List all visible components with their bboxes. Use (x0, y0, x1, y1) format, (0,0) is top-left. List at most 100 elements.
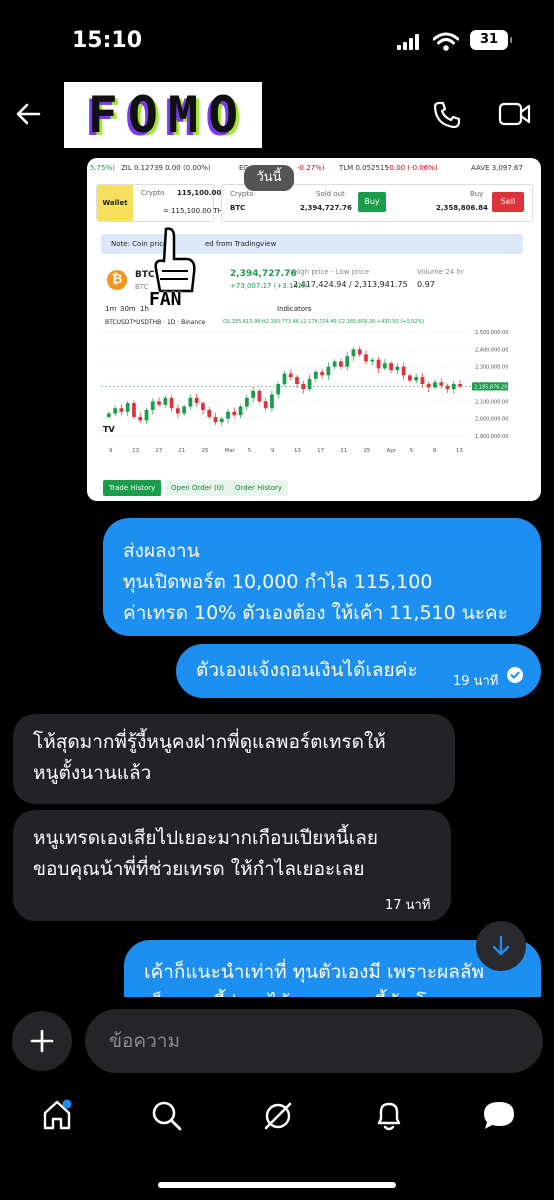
candle-body (138, 416, 143, 421)
y-tick-label: 2,400,000.00 (475, 347, 508, 353)
candle-body (175, 408, 180, 414)
message-timestamp: 19 นาที (453, 674, 499, 689)
tab-order-history[interactable]: Order History (229, 480, 289, 496)
video-call-icon[interactable] (498, 101, 532, 127)
sticker-text: FAN (149, 289, 182, 310)
battery-indicator: 31 (470, 30, 512, 50)
candle-body (219, 418, 224, 423)
candle-body (119, 408, 124, 412)
candle-body (458, 384, 462, 387)
add-attachment-button[interactable] (12, 1011, 72, 1071)
sell-button[interactable]: Sell (492, 192, 524, 212)
message-line: หนูเทรดเองเสียไปเยอะมากเกือบเปียหนี้เลย (33, 827, 378, 849)
message-input[interactable]: ข้อความ (85, 1009, 543, 1073)
tab-trade-history[interactable]: Trade History (103, 480, 162, 496)
messages-chat-icon[interactable] (482, 1100, 516, 1132)
message-line: ขอบคุณน้าพี่ที่ช่วยเทรด ให้กำไลเยอะเลย (33, 858, 365, 880)
x-tick-label: 25 (363, 448, 370, 454)
notifications-bell-icon[interactable] (373, 1099, 405, 1133)
home-icon[interactable] (40, 1098, 74, 1132)
grok-icon[interactable] (262, 1100, 294, 1132)
candle-body (382, 363, 387, 369)
x-tick-label: Mar (225, 448, 236, 454)
candle-body (107, 413, 111, 417)
y-tick-label: 1,900,000.00 (475, 434, 508, 440)
message-line: โห้สุดมากพี่รู้งี้หนูคงฝากพี่ดูแลพอร์ตเท… (33, 731, 386, 753)
y-tick-label: 2,500,000.00 (475, 330, 508, 336)
x-tick-label: 5 (410, 448, 414, 454)
x-tick-label: 17 (155, 448, 162, 454)
scroll-to-bottom-button[interactable] (476, 921, 526, 971)
candle-body (188, 397, 193, 407)
ticker-item: ZIL 0.12739 0.00 (0.00%) (121, 164, 211, 172)
candle-body (414, 377, 419, 381)
high-low-value: 2,417,424.94 / 2,313,941.75 (293, 280, 408, 289)
conversation-avatar-logo[interactable]: F O M O (64, 82, 262, 148)
tradingview-logo: TV (103, 425, 115, 434)
candle-body (194, 397, 199, 404)
volume-label: Volume 24 hr (417, 268, 464, 276)
logo-letter: F (87, 86, 118, 144)
candle-body (163, 397, 168, 405)
bitcoin-logo-icon: ₿ (107, 270, 127, 290)
phone-call-icon[interactable] (432, 100, 462, 130)
ticker-item: 5.75%) (90, 164, 115, 172)
candle-body (238, 406, 243, 416)
candle-body (144, 410, 149, 421)
message-bubble-incoming[interactable]: หนูเทรดเองเสียไปเยอะมากเกือบเปียหนี้เลย … (13, 810, 451, 921)
date-badge: วันนี้ (244, 165, 294, 191)
wallet-thb-amount: = 115,100.00 THB (163, 207, 228, 215)
back-arrow-icon[interactable] (14, 100, 42, 128)
candle-body (282, 373, 287, 384)
timeframe-30m[interactable]: 30m (120, 305, 136, 313)
candle-body (326, 366, 331, 376)
status-time: 15:10 (72, 28, 143, 53)
candle-body (395, 366, 400, 371)
timeframe-1m[interactable]: 1m (105, 305, 116, 313)
symbol-line: BTCUSDT*USDTHB · 1D · Binance (105, 319, 206, 326)
sold-out-label: Sold out (316, 190, 345, 198)
message-line: เห็นตอนนี้ว่าจะได้มากขนาดนี้ค้า โดยบอกแบ… (144, 988, 541, 997)
y-tick-label: 2,000,000.00 (475, 417, 508, 423)
plus-icon (30, 1029, 54, 1053)
candle-body (182, 406, 187, 414)
candle-body (351, 349, 356, 357)
candle-body (169, 397, 174, 409)
tab-open-order[interactable]: Open Order (0) (165, 480, 230, 496)
candlestick-chart[interactable]: 2,500,000.002,400,000.002,300,000.002,20… (101, 326, 531, 460)
shared-trading-screenshot[interactable]: 5.75%) ZIL 0.12739 0.00 (0.00%) EG -0.27… (87, 158, 541, 501)
candle-body (263, 401, 268, 409)
candle-body (113, 408, 118, 414)
candle-body (257, 390, 262, 402)
logo-letter: M (168, 86, 199, 144)
wallet-crypto-amount: 115,100.00 (177, 189, 222, 197)
candle-body (207, 410, 212, 417)
candle-body (288, 373, 293, 378)
high-low-label: High price - Low price (293, 268, 370, 276)
message-line: ทุนเปิดพอร์ต 10,000 กำไล 115,100 (123, 571, 433, 593)
candle-body (157, 401, 161, 405)
indicators-button[interactable]: Indicators (277, 305, 312, 313)
candle-body (345, 356, 350, 367)
current-price: 2,394,727.76 (230, 269, 297, 279)
ticker-item: TLM 0.052515 (339, 164, 389, 172)
candle-body (295, 377, 299, 384)
candle-body (420, 377, 425, 384)
x-tick-label: 21 (340, 448, 347, 454)
search-icon[interactable] (151, 1100, 183, 1132)
candle-body (320, 371, 324, 376)
cellular-signal-icon (397, 34, 423, 50)
wallet-crypto-label: Crypto (141, 189, 165, 197)
wallet-tag: Wallet (97, 185, 133, 221)
x-tick-label: 5 (248, 448, 252, 454)
candle-body (213, 416, 218, 423)
buy-button[interactable]: Buy (358, 192, 386, 212)
buy-value: 2,358,806.84 (436, 204, 488, 212)
message-bubble-incoming[interactable]: โห้สุดมากพี่รู้งี้หนูคงฝากพี่ดูแลพอร์ตเท… (13, 714, 455, 804)
message-line: หนูตั้งนานแล้ว (33, 762, 152, 784)
pair-label: Crypto (230, 190, 254, 198)
wallet-panel: Wallet Crypto 115,100.00 = 115,100.00 TH… (96, 184, 228, 222)
message-bubble-outgoing[interactable]: ตัวเองแจ้งถอนเงินได้เลยค่ะ 19 นาที (176, 644, 541, 698)
message-bubble-outgoing[interactable]: ส่งผลงาน ทุนเปิดพอร์ต 10,000 กำไล 115,10… (103, 518, 541, 636)
last-price-label: 2,185,876.20 (474, 384, 507, 390)
